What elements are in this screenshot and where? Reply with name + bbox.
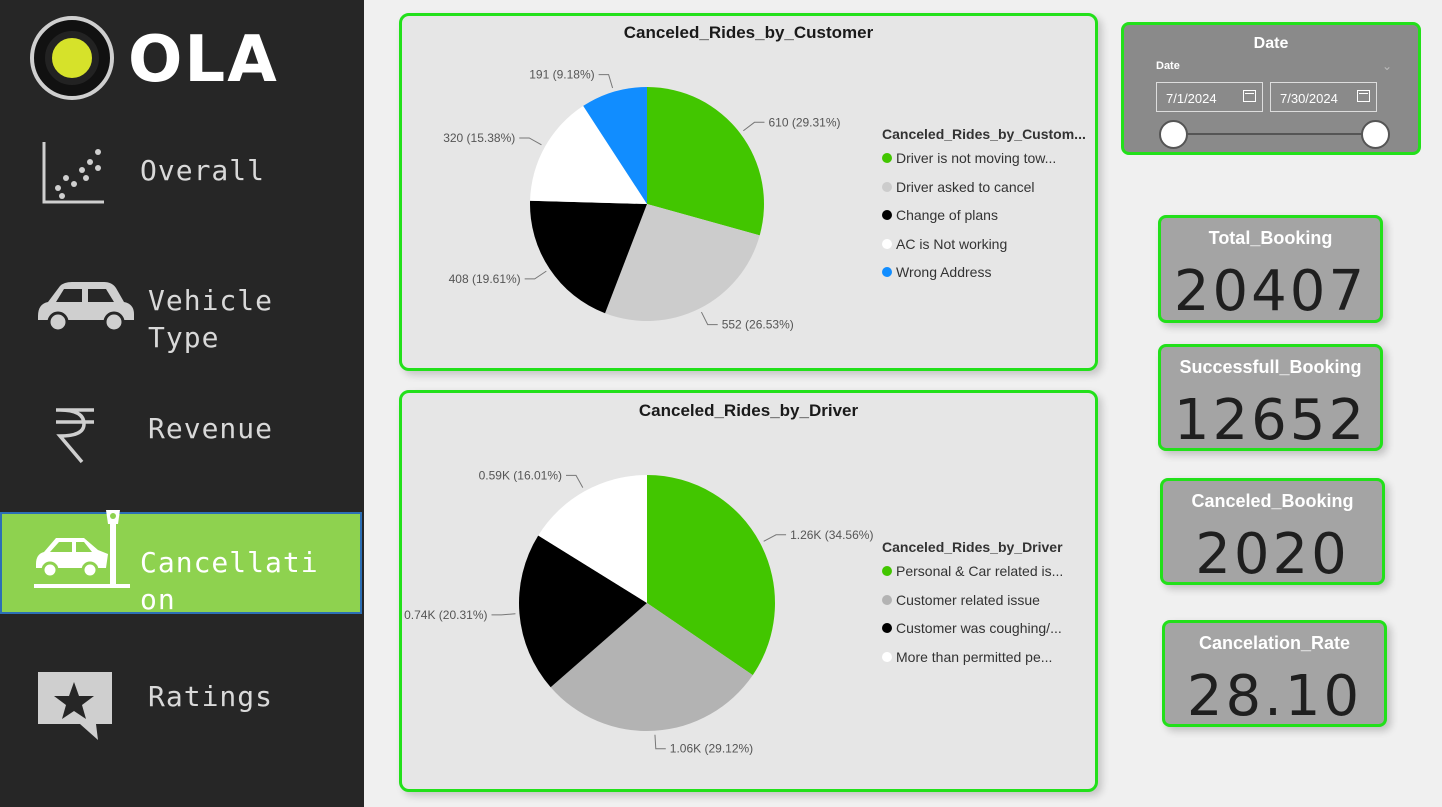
legend-label: Customer related issue: [896, 591, 1040, 608]
legend-dot-icon: [882, 238, 892, 249]
legend-item[interactable]: Wrong Address: [882, 264, 991, 280]
kpi-value: 28.10: [1186, 664, 1363, 729]
legend-item[interactable]: AC is Not working: [882, 236, 1007, 252]
start-date-input[interactable]: 7/1/2024: [1156, 82, 1263, 112]
label-leader-line: [763, 534, 787, 542]
data-label: 1.26K (34.56%): [790, 528, 873, 542]
start-date-value: 7/1/2024: [1166, 91, 1217, 106]
label-leader-line: [700, 311, 718, 326]
legend-dot-icon: [882, 594, 892, 605]
car-crash-icon: [34, 510, 130, 588]
calendar-icon[interactable]: [1243, 90, 1256, 102]
kpi-total-booking: Total_Booking 20407: [1158, 215, 1383, 323]
legend-dot-icon: [882, 210, 892, 220]
kpi-value: 20407: [1173, 259, 1368, 324]
legend-item[interactable]: Driver asked to cancel: [882, 179, 1035, 195]
label-leader-line: [519, 137, 542, 146]
date-field-label: Date: [1156, 60, 1180, 72]
scatter-chart-icon: [42, 142, 104, 204]
nav-item-vehicle-type[interactable]: Vehicle Type: [0, 270, 362, 370]
legend-title: Canceled_Rides_by_Custom...: [882, 126, 1086, 142]
kpi-value: 12652: [1173, 388, 1368, 453]
data-label: 0.59K (16.01%): [479, 468, 562, 482]
label-leader-line: [598, 74, 614, 89]
legend-label: Wrong Address: [896, 264, 992, 280]
data-label: 408 (19.61%): [449, 272, 521, 286]
label-leader-line: [654, 734, 666, 750]
data-label: 552 (26.53%): [722, 318, 794, 332]
label-leader-line: [743, 121, 765, 132]
nav-item-ratings[interactable]: Ratings: [0, 664, 362, 748]
nav-item-cancellation[interactable]: Cancellation: [0, 510, 362, 616]
legend-label: Change of plans: [896, 207, 998, 223]
legend-dot-icon: [882, 153, 892, 163]
legend-dot-icon: [882, 566, 892, 576]
start-slider-handle[interactable]: [1159, 120, 1188, 149]
legend-label: Driver is not moving tow...: [896, 150, 1057, 166]
sidebar: OLA Overall Vehicle Type Revenue Cancell…: [0, 0, 364, 807]
nav-label-overall: Overall: [140, 154, 266, 187]
data-label: 320 (15.38%): [443, 131, 515, 145]
ola-logo-icon: [30, 16, 114, 100]
legend-label: Customer was coughing/...: [896, 620, 1062, 636]
kpi-value: 2020: [1195, 522, 1350, 587]
nav-item-revenue[interactable]: Revenue: [0, 400, 362, 470]
date-range-track: [1174, 133, 1377, 135]
nav-label-vehicle-type: Vehicle Type: [148, 284, 274, 354]
legend-label: Personal & Car related is...: [896, 563, 1064, 579]
legend-label: Driver asked to cancel: [896, 178, 1035, 195]
legend-item[interactable]: More than permitted pe...: [882, 649, 1052, 665]
customer-cancellations-card: Canceled_Rides_by_Customer 610 (29.31%) 5…: [399, 13, 1098, 371]
data-label: 191 (9.18%): [529, 68, 594, 82]
legend-dot-icon: [882, 181, 892, 192]
ola-logo: OLA: [30, 14, 290, 104]
legend-item[interactable]: Personal & Car related is...: [882, 563, 1063, 579]
legend-label: AC is Not working: [896, 235, 1008, 252]
end-date-input[interactable]: 7/30/2024: [1270, 82, 1377, 112]
legend-title: Canceled_Rides_by_Driver: [882, 539, 1063, 555]
date-slicer: Date Date ⌄ 7/1/2024 7/30/2024: [1121, 22, 1421, 155]
label-leader-line: [491, 613, 516, 616]
logo-text: OLA: [128, 23, 279, 97]
legend-dot-icon: [882, 623, 892, 633]
legend-item[interactable]: Change of plans: [882, 207, 998, 223]
nav-item-overall[interactable]: Overall: [0, 130, 362, 220]
nav-label-ratings: Ratings: [148, 680, 274, 713]
kpi-canceled-booking: Canceled_Booking 2020: [1160, 478, 1385, 585]
legend-dot-icon: [882, 651, 892, 662]
data-label: 0.74K (20.31%): [404, 608, 487, 622]
chevron-down-icon[interactable]: ⌄: [1382, 59, 1392, 73]
driver-cancellations-card: Canceled_Rides_by_Driver 1.26K (34.56%) 1…: [399, 390, 1098, 792]
star-message-icon: [38, 672, 112, 740]
kpi-label: Cancelation_Rate: [1198, 633, 1351, 653]
label-leader-line: [524, 270, 547, 280]
kpi-label: Canceled_Booking: [1191, 491, 1354, 511]
nav-label-cancellation: Cancellation: [140, 546, 319, 616]
legend-item[interactable]: Customer was coughing/...: [882, 620, 1062, 636]
legend-dot-icon: [882, 267, 892, 277]
nav-label-revenue: Revenue: [148, 412, 274, 445]
date-slicer-title: Date: [1253, 35, 1289, 52]
rupee-icon: [56, 408, 94, 464]
legend-item[interactable]: Customer related issue: [882, 592, 1040, 608]
calendar-icon[interactable]: [1357, 90, 1370, 102]
label-leader-line: [566, 474, 584, 488]
kpi-label: Successfull_Booking: [1179, 357, 1362, 377]
data-label: 610 (29.31%): [768, 115, 840, 129]
kpi-label: Total_Booking: [1208, 228, 1333, 248]
end-date-value: 7/30/2024: [1280, 91, 1338, 106]
kpi-successful-booking: Successfull_Booking 12652: [1158, 344, 1383, 451]
data-label: 1.06K (29.12%): [670, 742, 753, 756]
kpi-cancelation-rate: Cancelation_Rate 28.10: [1162, 620, 1387, 727]
end-slider-handle[interactable]: [1361, 120, 1390, 149]
legend-label: More than permitted pe...: [896, 648, 1053, 665]
car-icon: [38, 282, 134, 332]
legend-item[interactable]: Driver is not moving tow...: [882, 150, 1056, 166]
